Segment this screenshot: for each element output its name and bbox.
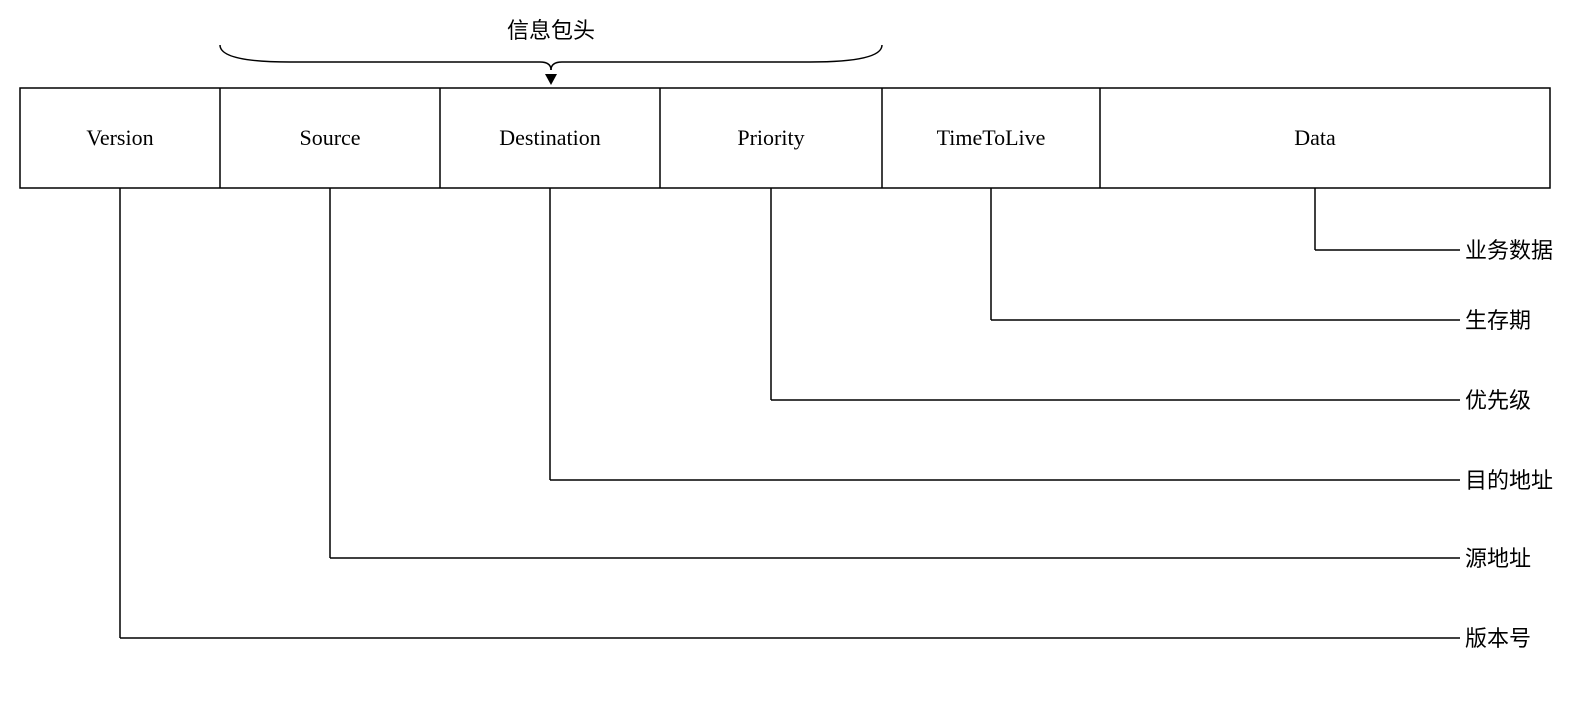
field-source: Source	[299, 125, 360, 150]
field-priority: Priority	[737, 125, 804, 150]
annotation-timetolive: 生存期	[1465, 308, 1531, 333]
diagram-title: 信息包头	[507, 18, 595, 43]
annotation-source: 源地址	[1465, 546, 1531, 571]
field-version: Version	[86, 125, 153, 150]
field-destination: Destination	[499, 125, 600, 150]
field-timetolive: TimeToLive	[937, 125, 1046, 150]
annotation-data: 业务数据	[1465, 238, 1553, 263]
field-data: Data	[1294, 125, 1336, 150]
annotation-destination: 目的地址	[1465, 468, 1553, 493]
packet-header-diagram: 信息包头 Version Source Destination Priority…	[0, 0, 1591, 714]
annotation-priority: 优先级	[1465, 388, 1531, 413]
annotation-version: 版本号	[1465, 626, 1531, 651]
